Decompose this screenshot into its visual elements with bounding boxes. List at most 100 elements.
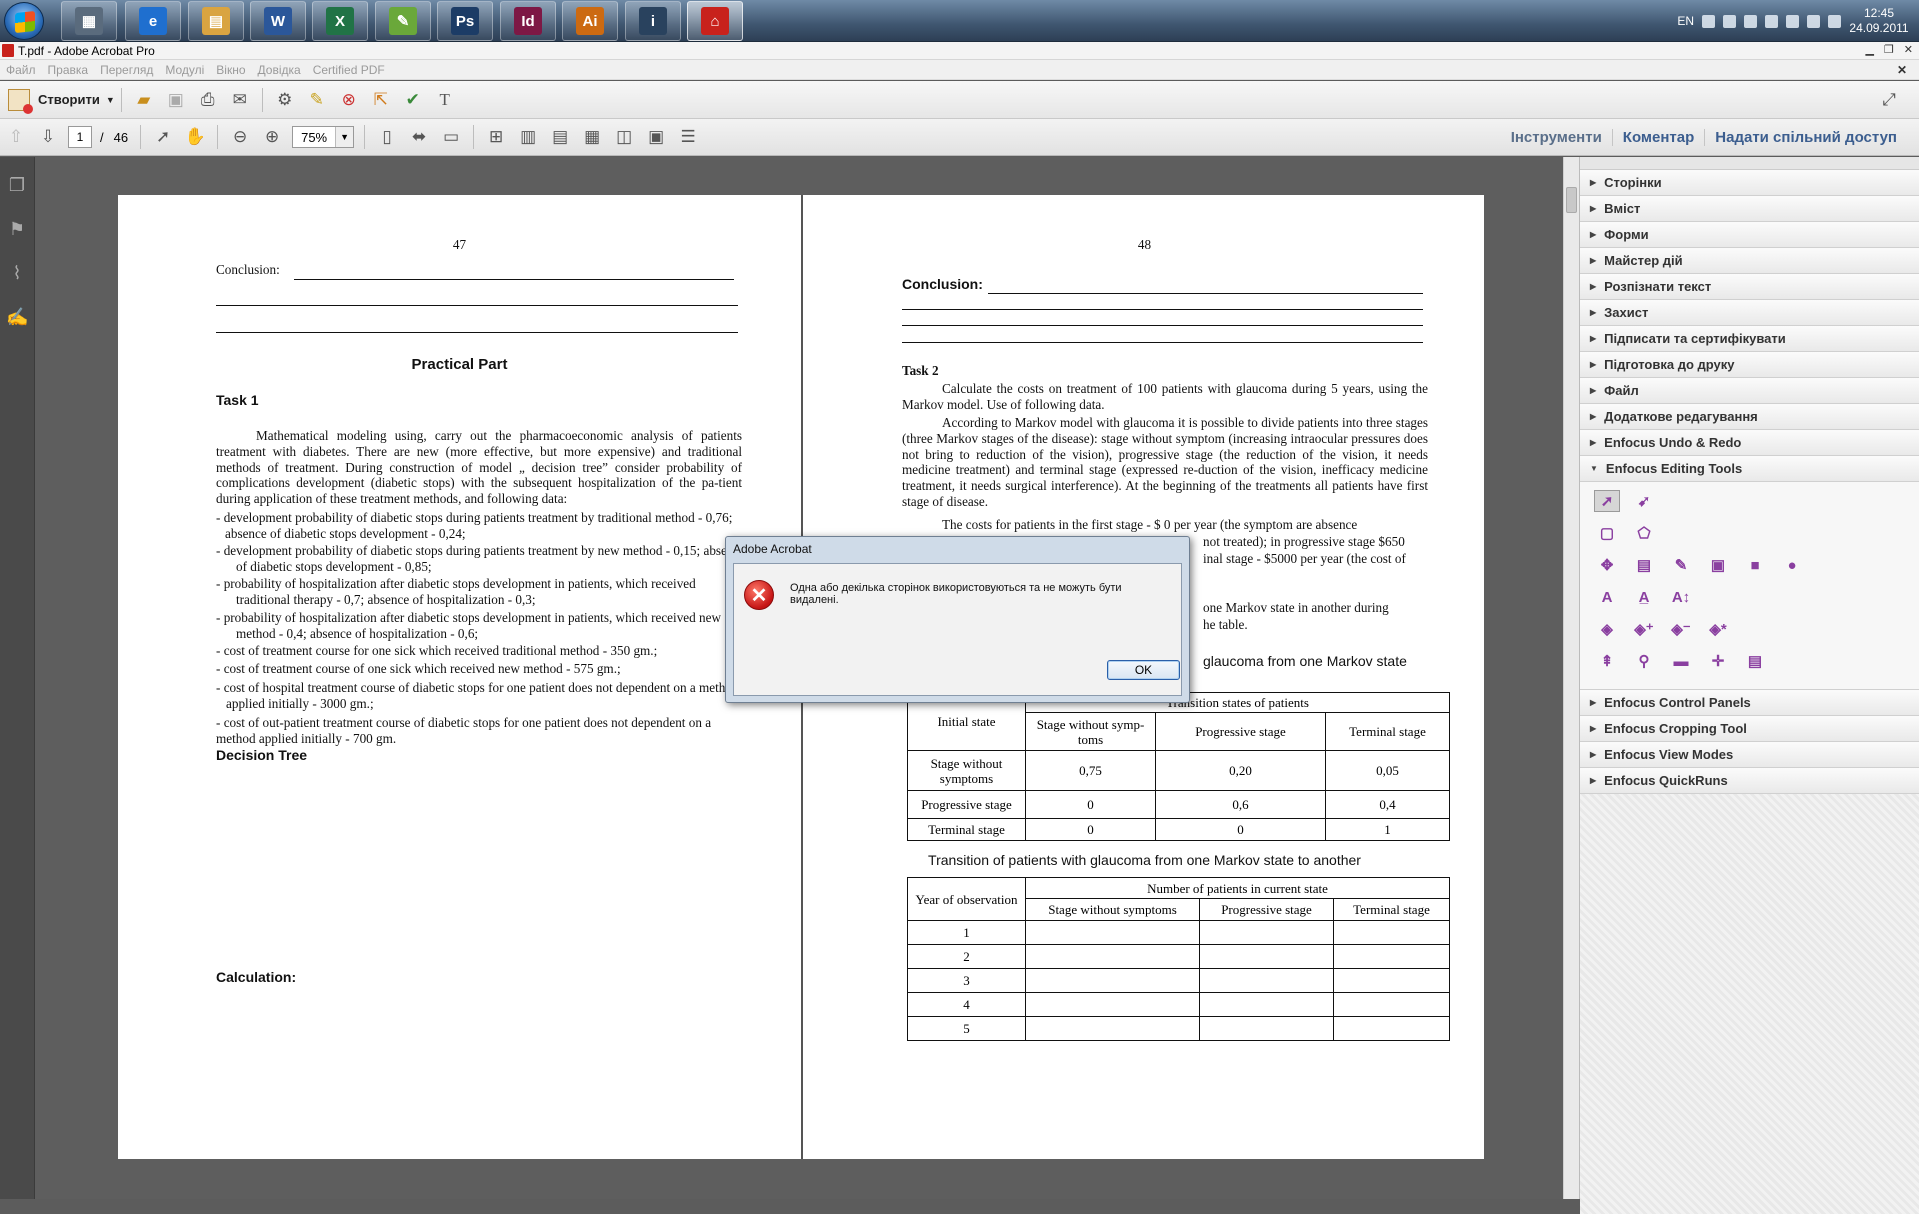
zoom-select[interactable]: 75% ▼ (292, 126, 355, 148)
display-icon[interactable] (1786, 14, 1799, 28)
panel-section[interactable]: ▶ Enfocus Cropping Tool (1580, 716, 1919, 742)
single-page-icon[interactable]: ▥ (515, 124, 541, 150)
previous-page-icon[interactable]: ⇧ (3, 124, 29, 150)
delete-page-icon[interactable]: ⊗ (336, 87, 362, 113)
crosshair-icon[interactable]: ✛ (1705, 650, 1731, 672)
taskbar-word-button[interactable]: W (250, 1, 306, 41)
ok-button[interactable]: OK (1107, 660, 1180, 680)
printer-icon[interactable] (1723, 14, 1736, 28)
pin-icon[interactable]: ⇞ (1594, 650, 1620, 672)
text-icon[interactable]: A (1594, 586, 1620, 608)
page-edit-icon[interactable]: ▤ (1631, 554, 1657, 576)
vertical-scrollbar[interactable] (1563, 157, 1579, 1199)
menu-edit[interactable]: Правка (42, 63, 95, 77)
marquee-zoom-icon[interactable]: ⊞ (483, 124, 509, 150)
select-cursor-icon[interactable]: ➚ (150, 124, 176, 150)
panel-section[interactable]: ▶ Вміст (1580, 196, 1919, 222)
update-icon[interactable] (1765, 14, 1778, 28)
zoom-in-icon[interactable]: ⊕ (259, 124, 285, 150)
minimize-icon[interactable]: ▁ (1865, 43, 1873, 56)
menu-plugins[interactable]: Модулі (159, 63, 210, 77)
tools-link[interactable]: Інструменти (1501, 129, 1612, 146)
panel-section[interactable]: ▶ Захист (1580, 300, 1919, 326)
image-icon[interactable]: ▣ (1705, 554, 1731, 576)
close-document-icon[interactable]: ✕ (1891, 63, 1913, 77)
volume-icon[interactable] (1807, 14, 1820, 28)
pages-thumbnail-icon[interactable]: ❐ (6, 175, 28, 199)
settings-gear-icon[interactable]: ⚙ (272, 87, 298, 113)
share-link[interactable]: Надати спільний доступ (1704, 129, 1907, 146)
panel-section[interactable]: ▶ Форми (1580, 222, 1919, 248)
save-icon[interactable]: ▣ (163, 87, 189, 113)
ink-plus-icon[interactable]: ◈⁺ (1631, 618, 1657, 640)
taskbar-internet-explorer-button[interactable]: e (125, 1, 181, 41)
full-screen-icon[interactable]: ☰ (675, 124, 701, 150)
box-icon[interactable]: ■ (1742, 554, 1768, 576)
panel-section[interactable]: ▶ Додаткове редагування (1580, 404, 1919, 430)
taskbar-illustrator-button[interactable]: Ai (562, 1, 618, 41)
menu-file[interactable]: Файл (0, 63, 42, 77)
panel-section[interactable]: ▶ Майстер дій (1580, 248, 1919, 274)
next-page-icon[interactable]: ⇩ (35, 124, 61, 150)
menu-certified-pdf[interactable]: Certified PDF (307, 63, 391, 77)
expand-icon[interactable]: ⤢ (1876, 87, 1902, 113)
comment-pen-icon[interactable]: ✎ (304, 87, 330, 113)
taskbar-file-explorer-button[interactable]: ▤ (188, 1, 244, 41)
text-tool-icon[interactable]: T (432, 87, 458, 113)
maximize-icon[interactable]: ❐ (1884, 43, 1894, 56)
taskbar-excel-button[interactable]: X (312, 1, 368, 41)
ruler-icon[interactable]: ▬ (1668, 650, 1694, 672)
scrollbar-thumb[interactable] (1566, 187, 1577, 213)
taskbar-acrobat-button[interactable]: ⌂ (687, 1, 743, 41)
menu-window[interactable]: Вікно (210, 63, 251, 77)
text-baseline-icon[interactable]: A̲ (1631, 586, 1657, 608)
panel-section[interactable]: ▼ Enfocus Editing Tools (1580, 456, 1919, 482)
rectangle-icon[interactable]: ▢ (1594, 522, 1620, 544)
panel-section[interactable]: ▶ Сторінки (1580, 170, 1919, 196)
move-icon[interactable]: ✥ (1594, 554, 1620, 576)
select-object-icon[interactable]: ➚ (1594, 490, 1620, 512)
adjust-icon[interactable]: ⚲ (1631, 650, 1657, 672)
ink-star-icon[interactable]: ◈* (1705, 618, 1731, 640)
taskbar-app-green-button[interactable]: ✎ (375, 1, 431, 41)
ink-icon[interactable]: ◈ (1594, 618, 1620, 640)
panel-section[interactable]: ▶ Розпізнати текст (1580, 274, 1919, 300)
fit-width-icon[interactable]: ⬌ (406, 124, 432, 150)
network-icon[interactable] (1702, 14, 1715, 28)
menu-view[interactable]: Перегляд (94, 63, 159, 77)
panel-section[interactable]: ▶ Файл (1580, 378, 1919, 404)
panel-section[interactable]: ▶ Enfocus View Modes (1580, 742, 1919, 768)
fit-page-icon[interactable]: ▭ (438, 124, 464, 150)
create-button[interactable]: Створити ▼ (8, 88, 115, 114)
actual-size-icon[interactable]: ▯ (374, 124, 400, 150)
sign-icon[interactable]: ✔ (400, 87, 426, 113)
comment-link[interactable]: Коментар (1611, 129, 1704, 146)
flag-icon[interactable] (1828, 14, 1841, 28)
print-icon[interactable]: ⎙ (195, 87, 221, 113)
pdf-page-47[interactable]: 47 Conclusion: Practical Part Task 1 Mat… (118, 195, 801, 1159)
two-page-scrolling-icon[interactable]: ◫ (611, 124, 637, 150)
taskbar-presentation-button[interactable]: i (625, 1, 681, 41)
taskbar-calculator-button[interactable]: ▦ (61, 1, 117, 41)
panel-section[interactable]: ▶ Enfocus Control Panels (1580, 690, 1919, 716)
path-edit-icon[interactable]: ✎ (1668, 554, 1694, 576)
attachments-paperclip-icon[interactable]: ⌇ (6, 263, 28, 287)
open-folder-icon[interactable]: ▰ (131, 87, 157, 113)
start-button[interactable] (4, 2, 44, 40)
two-page-icon[interactable]: ▦ (579, 124, 605, 150)
shape-icon[interactable]: ⬠ (1631, 522, 1657, 544)
email-icon[interactable]: ✉ (227, 87, 253, 113)
export-icon[interactable]: ⇱ (368, 87, 394, 113)
zoom-out-icon[interactable]: ⊖ (227, 124, 253, 150)
panel-section[interactable]: ▶ Enfocus Undo & Redo (1580, 430, 1919, 456)
taskbar-indesign-button[interactable]: Id (500, 1, 556, 41)
bookmarks-icon[interactable]: ⚑ (6, 219, 28, 243)
ellipse-icon[interactable]: ● (1779, 554, 1805, 576)
panel-section[interactable]: ▶ Підписати та сертифікувати (1580, 326, 1919, 352)
clock[interactable]: 12:45 24.09.2011 (1849, 6, 1909, 36)
close-icon[interactable]: ✕ (1904, 43, 1913, 56)
select-group-icon[interactable]: ➹ (1631, 490, 1657, 512)
ink-minus-icon[interactable]: ◈⁻ (1668, 618, 1694, 640)
signatures-icon[interactable]: ✍ (6, 307, 28, 331)
page-number-input[interactable]: 1 (68, 126, 92, 148)
